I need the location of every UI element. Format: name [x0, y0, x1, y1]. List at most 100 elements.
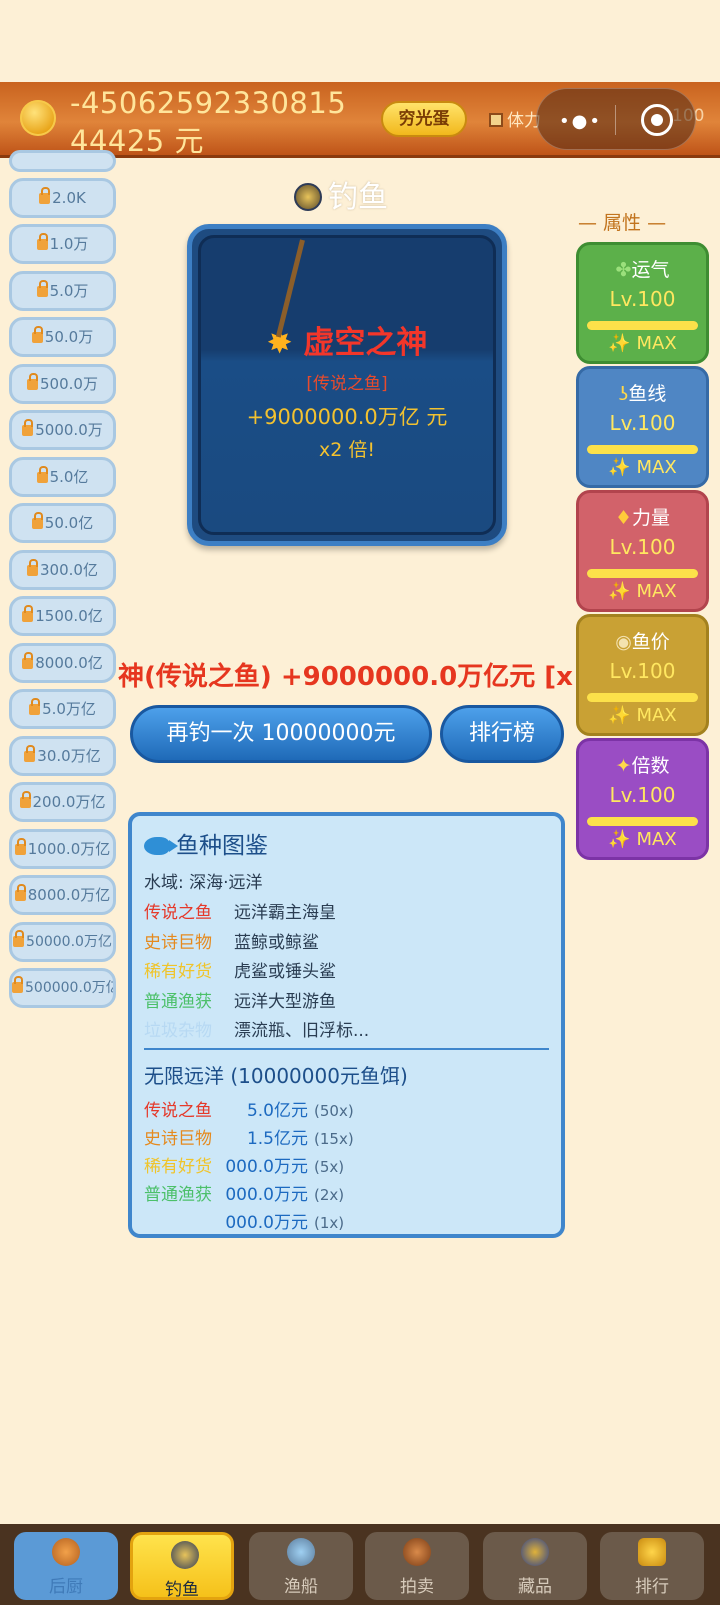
lock-icon — [22, 605, 34, 622]
close-target-icon[interactable] — [641, 104, 673, 136]
muscle-icon: ♦ — [614, 507, 633, 529]
attribute-card-line[interactable]: ʖ鱼线 Lv.100 ✨ MAX — [576, 366, 709, 488]
lock-icon — [36, 466, 48, 483]
threshold-pill[interactable]: 200.0万亿 — [9, 782, 116, 822]
lock-icon — [14, 884, 26, 901]
threshold-pill[interactable]: 5.0亿 — [9, 457, 116, 497]
attribute-card-luck[interactable]: ✤运气 Lv.100 ✨ MAX — [576, 242, 709, 364]
attribute-max: ✨ MAX — [608, 705, 677, 726]
attribute-label: 力量 — [632, 507, 671, 529]
lock-icon — [29, 698, 41, 715]
lock-icon — [27, 373, 39, 390]
attributes-heading: — 属性 — — [578, 212, 667, 234]
fish-again-button[interactable]: 再钓一次 10000000元 — [130, 705, 432, 763]
lock-icon — [31, 512, 43, 529]
water-area: 水域: 深海·远洋 — [144, 873, 263, 893]
chef-icon — [52, 1538, 80, 1566]
attribute-card-price[interactable]: ◉鱼价 Lv.100 ✨ MAX — [576, 614, 709, 736]
attribute-card-multiplier[interactable]: ✦倍数 Lv.100 ✨ MAX — [576, 738, 709, 860]
trophy-icon — [638, 1538, 666, 1566]
lock-icon — [36, 280, 48, 297]
tab-fishing[interactable]: 钓鱼 — [130, 1532, 234, 1600]
threshold-pill-partial — [9, 150, 116, 172]
hook-icon: ʖ — [618, 383, 629, 405]
threshold-pill[interactable]: 30.0万亿 — [9, 736, 116, 776]
tab-boat[interactable]: 渔船 — [249, 1532, 353, 1600]
price-row: 普通渔获 000.0万元 (2x) — [144, 1185, 345, 1205]
bait-title: 无限远洋 (10000000元鱼饵) — [144, 1064, 408, 1088]
tab-auction[interactable]: 拍卖 — [365, 1532, 469, 1600]
attribute-level: Lv.100 — [609, 411, 676, 435]
threshold-pill[interactable]: 2.0K — [9, 178, 116, 218]
threshold-pill[interactable]: 1.0万 — [9, 224, 116, 264]
attribute-label: 鱼线 — [628, 383, 667, 405]
tab-ranking[interactable]: 排行 — [600, 1532, 704, 1600]
catch-multiplier: x2 倍! — [319, 439, 375, 461]
status-badge-button[interactable]: 穷光蛋 — [381, 101, 467, 137]
attribute-label: 运气 — [631, 259, 670, 281]
page-title: 钓鱼 — [294, 172, 388, 216]
attribute-label: 鱼价 — [631, 631, 670, 653]
lock-icon — [27, 559, 39, 576]
attribute-progress-bar — [587, 569, 698, 578]
attribute-label: 倍数 — [631, 755, 670, 777]
threshold-pill[interactable]: 500.0万 — [9, 364, 116, 404]
auction-icon — [403, 1538, 431, 1566]
stamina-icon — [489, 113, 503, 127]
list-item: 传说之鱼 远洋霸主海皇 — [144, 903, 336, 923]
lock-icon — [22, 419, 34, 436]
threshold-pill[interactable]: 5.0万亿 — [9, 689, 116, 729]
lock-icon — [14, 838, 26, 855]
bottom-tab-bar: 后厨 钓鱼 渔船 拍卖 藏品 排行 — [0, 1524, 720, 1605]
leaderboard-button[interactable]: 排行榜 — [440, 705, 564, 763]
lock-icon — [13, 930, 25, 947]
price-row: 稀有好货 000.0万元 (5x) — [144, 1157, 345, 1177]
list-item: 史诗巨物 蓝鲸或鲸鲨 — [144, 933, 319, 953]
top-bar: -4506259233081544425 元 穷光蛋 体力 100 •●• — [0, 82, 720, 158]
threshold-pill[interactable]: 50000.0万亿 — [9, 922, 116, 962]
sparkle-icon: ✦ — [615, 755, 632, 777]
divider — [144, 1048, 549, 1050]
list-item: 稀有好货 虎鲨或锤头鲨 — [144, 962, 336, 982]
catch-result-card: ✸ 虚空之神 [传说之鱼] +9000000.0万亿 元 x2 倍! — [187, 224, 507, 546]
threshold-pill[interactable]: 8000.0亿 — [9, 643, 116, 683]
boat-icon — [287, 1538, 315, 1566]
money-balance: -4506259233081544425 元 — [70, 86, 347, 158]
fishing-icon — [171, 1541, 199, 1569]
miniapp-capsule[interactable]: •●• — [536, 88, 696, 150]
fish-icon — [144, 837, 178, 855]
attribute-level: Lv.100 — [609, 659, 676, 683]
more-icon[interactable]: •●• — [559, 111, 602, 132]
collection-icon — [521, 1538, 549, 1566]
gold-coins-icon — [20, 100, 56, 136]
encyclopedia-title: 鱼种图鉴 — [144, 826, 268, 860]
capsule-divider — [615, 105, 616, 135]
attribute-max: ✨ MAX — [608, 829, 677, 850]
threshold-pill[interactable]: 8000.0万亿 — [9, 875, 116, 915]
threshold-pill[interactable]: 5000.0万 — [9, 410, 116, 450]
lock-icon — [36, 233, 48, 250]
threshold-pill[interactable]: 300.0亿 — [9, 550, 116, 590]
price-row: 史诗巨物 1.5亿元 (15x) — [144, 1129, 354, 1149]
lock-icon — [22, 652, 34, 669]
attribute-progress-bar — [587, 817, 698, 826]
price-row: 传说之鱼 5.0亿元 (50x) — [144, 1101, 354, 1121]
tab-kitchen[interactable]: 后厨 — [14, 1532, 118, 1600]
list-item: 垃圾杂物 漂流瓶、旧浮标... — [144, 1021, 370, 1041]
threshold-pill[interactable]: 5.0万 — [9, 271, 116, 311]
fish-encyclopedia-panel: 鱼种图鉴 水域: 深海·远洋 传说之鱼 远洋霸主海皇 史诗巨物 蓝鲸或鲸鲨 稀有好货… — [128, 812, 565, 1238]
burst-star-icon: ✸ — [266, 325, 304, 361]
threshold-pill[interactable]: 50.0亿 — [9, 503, 116, 543]
lock-icon — [19, 791, 31, 808]
threshold-pill[interactable]: 50.0万 — [9, 317, 116, 357]
threshold-pill[interactable]: 500000.0万亿 — [9, 968, 116, 1008]
tab-collection[interactable]: 藏品 — [483, 1532, 587, 1600]
fishing-badge-icon — [294, 183, 322, 211]
threshold-pill[interactable]: 1000.0万亿 — [9, 829, 116, 869]
attribute-card-strength[interactable]: ♦力量 Lv.100 ✨ MAX — [576, 490, 709, 612]
attribute-level: Lv.100 — [609, 535, 676, 559]
threshold-pill[interactable]: 1500.0亿 — [9, 596, 116, 636]
attribute-level: Lv.100 — [609, 783, 676, 807]
money-bag-icon: ◉ — [615, 631, 632, 653]
lock-icon — [31, 326, 43, 343]
